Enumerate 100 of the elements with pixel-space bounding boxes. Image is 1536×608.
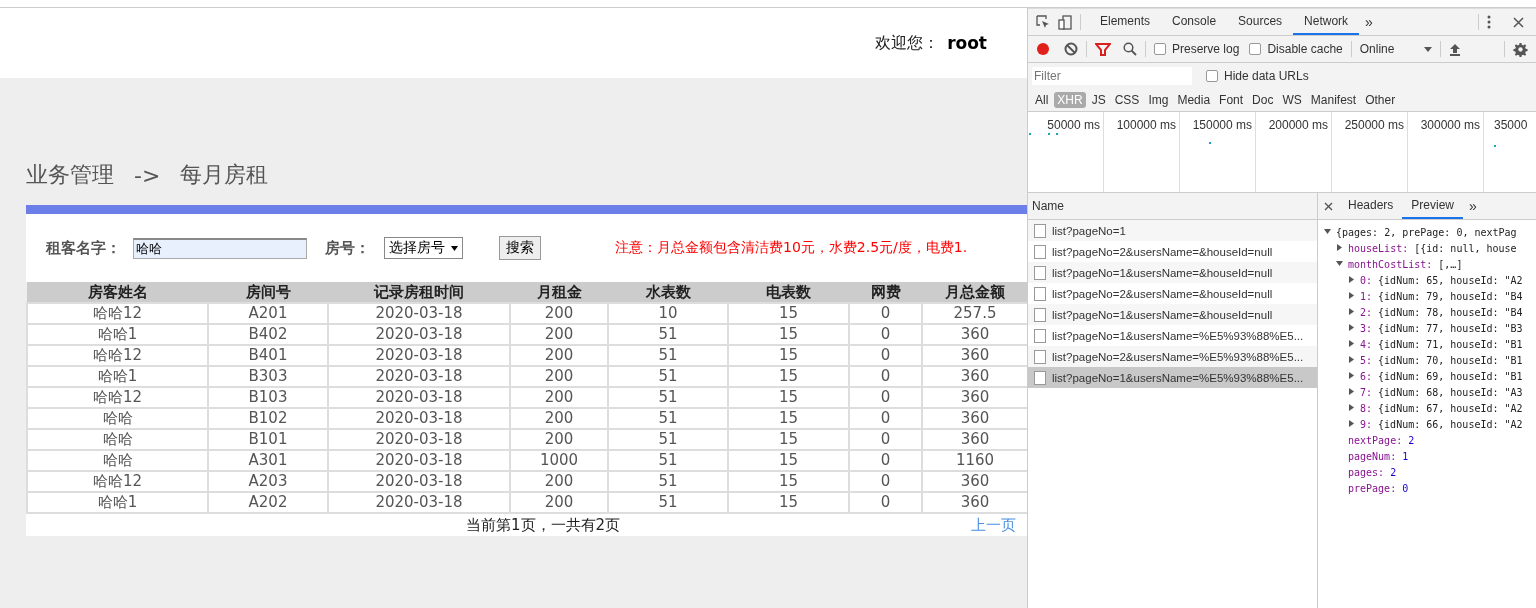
devtools-tab[interactable]: Console bbox=[1161, 9, 1228, 35]
property-value: {idNum: 67, houseId: "A2 bbox=[1378, 402, 1523, 414]
type-filter-button[interactable]: Media bbox=[1174, 92, 1214, 108]
type-filter-button[interactable]: CSS bbox=[1111, 92, 1143, 108]
collapsed-arrow-icon[interactable] bbox=[1348, 291, 1355, 299]
search-icon[interactable] bbox=[1123, 42, 1137, 56]
expanded-arrow-icon[interactable] bbox=[1324, 227, 1331, 235]
more-tabs-button[interactable]: » bbox=[1469, 198, 1477, 214]
property-key: pages: bbox=[1348, 466, 1385, 478]
timeline-tick-label: 250000 ms bbox=[1344, 118, 1404, 132]
close-icon[interactable] bbox=[1324, 201, 1333, 211]
request-row[interactable]: list?pageNo=1&usersName=&houseId=null bbox=[1028, 304, 1317, 325]
table-cell: 哈哈1 bbox=[27, 324, 208, 345]
type-filter-button[interactable]: All bbox=[1032, 92, 1052, 108]
property-value: {idNum: 68, houseId: "A3 bbox=[1378, 386, 1523, 398]
property-key: houseList: bbox=[1348, 242, 1409, 254]
collapsed-arrow-icon[interactable] bbox=[1348, 419, 1355, 427]
expanded-arrow-icon[interactable] bbox=[1336, 259, 1343, 267]
throttling-select[interactable]: Online bbox=[1359, 42, 1432, 56]
table-cell: 哈哈12 bbox=[27, 471, 208, 492]
type-filter-button[interactable]: Manifest bbox=[1307, 92, 1360, 108]
type-filter-button[interactable]: WS bbox=[1279, 92, 1305, 108]
upload-icon[interactable] bbox=[1448, 42, 1461, 56]
type-filter-button[interactable]: Other bbox=[1362, 92, 1399, 108]
table-cell: 哈哈12 bbox=[27, 303, 208, 324]
settings-icon[interactable] bbox=[1513, 41, 1528, 57]
filter-field[interactable]: Filter bbox=[1032, 67, 1192, 85]
property-value: 2 bbox=[1390, 466, 1397, 478]
type-filter-button[interactable]: Img bbox=[1145, 92, 1172, 108]
property-value: {idNum: 77, houseId: "B3 bbox=[1378, 322, 1523, 334]
collapsed-arrow-icon[interactable] bbox=[1348, 371, 1355, 379]
clear-icon[interactable] bbox=[1064, 42, 1078, 56]
room-select[interactable]: 选择房号 bbox=[384, 237, 463, 259]
request-row[interactable]: list?pageNo=2&usersName=%E5%93%88%E5... bbox=[1028, 346, 1317, 367]
property-value: {idNum: 69, houseId: "B1 bbox=[1378, 370, 1523, 382]
table-cell: 哈哈12 bbox=[27, 345, 208, 366]
type-filter-button[interactable]: Font bbox=[1216, 92, 1247, 108]
column-header: 月总金额 bbox=[922, 282, 1027, 303]
table-cell: 哈哈1 bbox=[27, 366, 208, 387]
inspect-icon[interactable] bbox=[1036, 15, 1050, 29]
property-value: [,…] bbox=[1438, 258, 1463, 270]
property-key: pageNum: bbox=[1348, 450, 1397, 462]
collapsed-arrow-icon[interactable] bbox=[1348, 403, 1355, 411]
property-value: {pages: 2, prePage: 0, nextPag bbox=[1336, 226, 1517, 238]
caret-icon bbox=[451, 245, 458, 251]
table-cell: 哈哈12 bbox=[27, 387, 208, 408]
name-column-header: Name bbox=[1028, 193, 1317, 220]
request-row[interactable]: list?pageNo=2&usersName=&houseId=null bbox=[1028, 241, 1317, 262]
more-menu-icon[interactable] bbox=[1487, 15, 1491, 29]
column-header: 房间号 bbox=[208, 282, 328, 303]
detail-tab[interactable]: Preview bbox=[1402, 193, 1464, 219]
search-button[interactable]: 搜索 bbox=[499, 236, 541, 260]
request-row[interactable]: list?pageNo=2&usersName=&houseId=null bbox=[1028, 283, 1317, 304]
property-key: monthCostList: bbox=[1348, 258, 1433, 270]
collapsed-arrow-icon[interactable] bbox=[1348, 323, 1355, 331]
tenant-name-field[interactable]: 哈哈 bbox=[133, 237, 307, 259]
collapsed-arrow-icon[interactable] bbox=[1348, 339, 1355, 347]
request-row[interactable]: list?pageNo=1&usersName=%E5%93%88%E5... bbox=[1028, 367, 1317, 388]
request-row[interactable]: list?pageNo=1 bbox=[1028, 220, 1317, 241]
hide-data-urls-checkbox[interactable]: Hide data URLs bbox=[1206, 69, 1309, 83]
column-header: 电表数 bbox=[728, 282, 849, 303]
property-value: {idNum: 70, houseId: "B1 bbox=[1378, 354, 1523, 366]
more-tabs-button[interactable]: » bbox=[1365, 14, 1373, 30]
preserve-log-checkbox[interactable]: Preserve log bbox=[1154, 42, 1240, 56]
detail-tab[interactable]: Headers bbox=[1339, 193, 1403, 219]
property-value: {idNum: 71, houseId: "B1 bbox=[1378, 338, 1523, 350]
collapsed-arrow-icon[interactable] bbox=[1336, 243, 1343, 251]
record-icon[interactable] bbox=[1036, 42, 1050, 56]
close-icon[interactable] bbox=[1513, 16, 1524, 28]
property-key: 0: bbox=[1360, 274, 1373, 286]
device-icon[interactable] bbox=[1058, 14, 1072, 30]
devtools-tab[interactable]: Elements bbox=[1089, 9, 1162, 35]
table-cell: 200 bbox=[510, 303, 608, 324]
collapsed-arrow-icon[interactable] bbox=[1348, 307, 1355, 315]
table-cell: 15 bbox=[728, 303, 849, 324]
table-cell: 257.5 bbox=[922, 303, 1027, 324]
devtools-tab[interactable]: Network bbox=[1293, 9, 1360, 35]
type-filter-button[interactable]: JS bbox=[1088, 92, 1109, 108]
page-status: 当前第1页，一共有2页 bbox=[466, 515, 621, 535]
column-header: 房客姓名 bbox=[27, 282, 208, 303]
property-value: {idNum: 78, houseId: "B4 bbox=[1378, 306, 1523, 318]
request-row[interactable]: list?pageNo=1&usersName=&houseId=null bbox=[1028, 262, 1317, 283]
disable-cache-checkbox[interactable]: Disable cache bbox=[1249, 42, 1343, 56]
property-key: 1: bbox=[1360, 290, 1373, 302]
filter-icon[interactable] bbox=[1095, 42, 1111, 56]
property-key: 7: bbox=[1360, 386, 1373, 398]
username: root bbox=[947, 33, 987, 53]
column-header: 月租金 bbox=[510, 282, 608, 303]
property-value: 1 bbox=[1402, 450, 1409, 462]
room-label: 房号： bbox=[325, 238, 370, 258]
collapsed-arrow-icon[interactable] bbox=[1348, 387, 1355, 395]
type-filter-button[interactable]: Doc bbox=[1249, 92, 1277, 108]
collapsed-arrow-icon[interactable] bbox=[1348, 275, 1355, 283]
column-header: 记录房租时间 bbox=[328, 282, 510, 303]
table-cell: 2020-03-18 bbox=[328, 303, 510, 324]
collapsed-arrow-icon[interactable] bbox=[1348, 355, 1355, 363]
devtools-tab[interactable]: Sources bbox=[1227, 9, 1294, 35]
notice-text: 注意：月总金额包含清洁费10元，水费2.5元/度，电费1. bbox=[615, 239, 968, 257]
property-value: [{id: null, house bbox=[1414, 242, 1517, 254]
request-row[interactable]: list?pageNo=1&usersName=%E5%93%88%E5... bbox=[1028, 325, 1317, 346]
